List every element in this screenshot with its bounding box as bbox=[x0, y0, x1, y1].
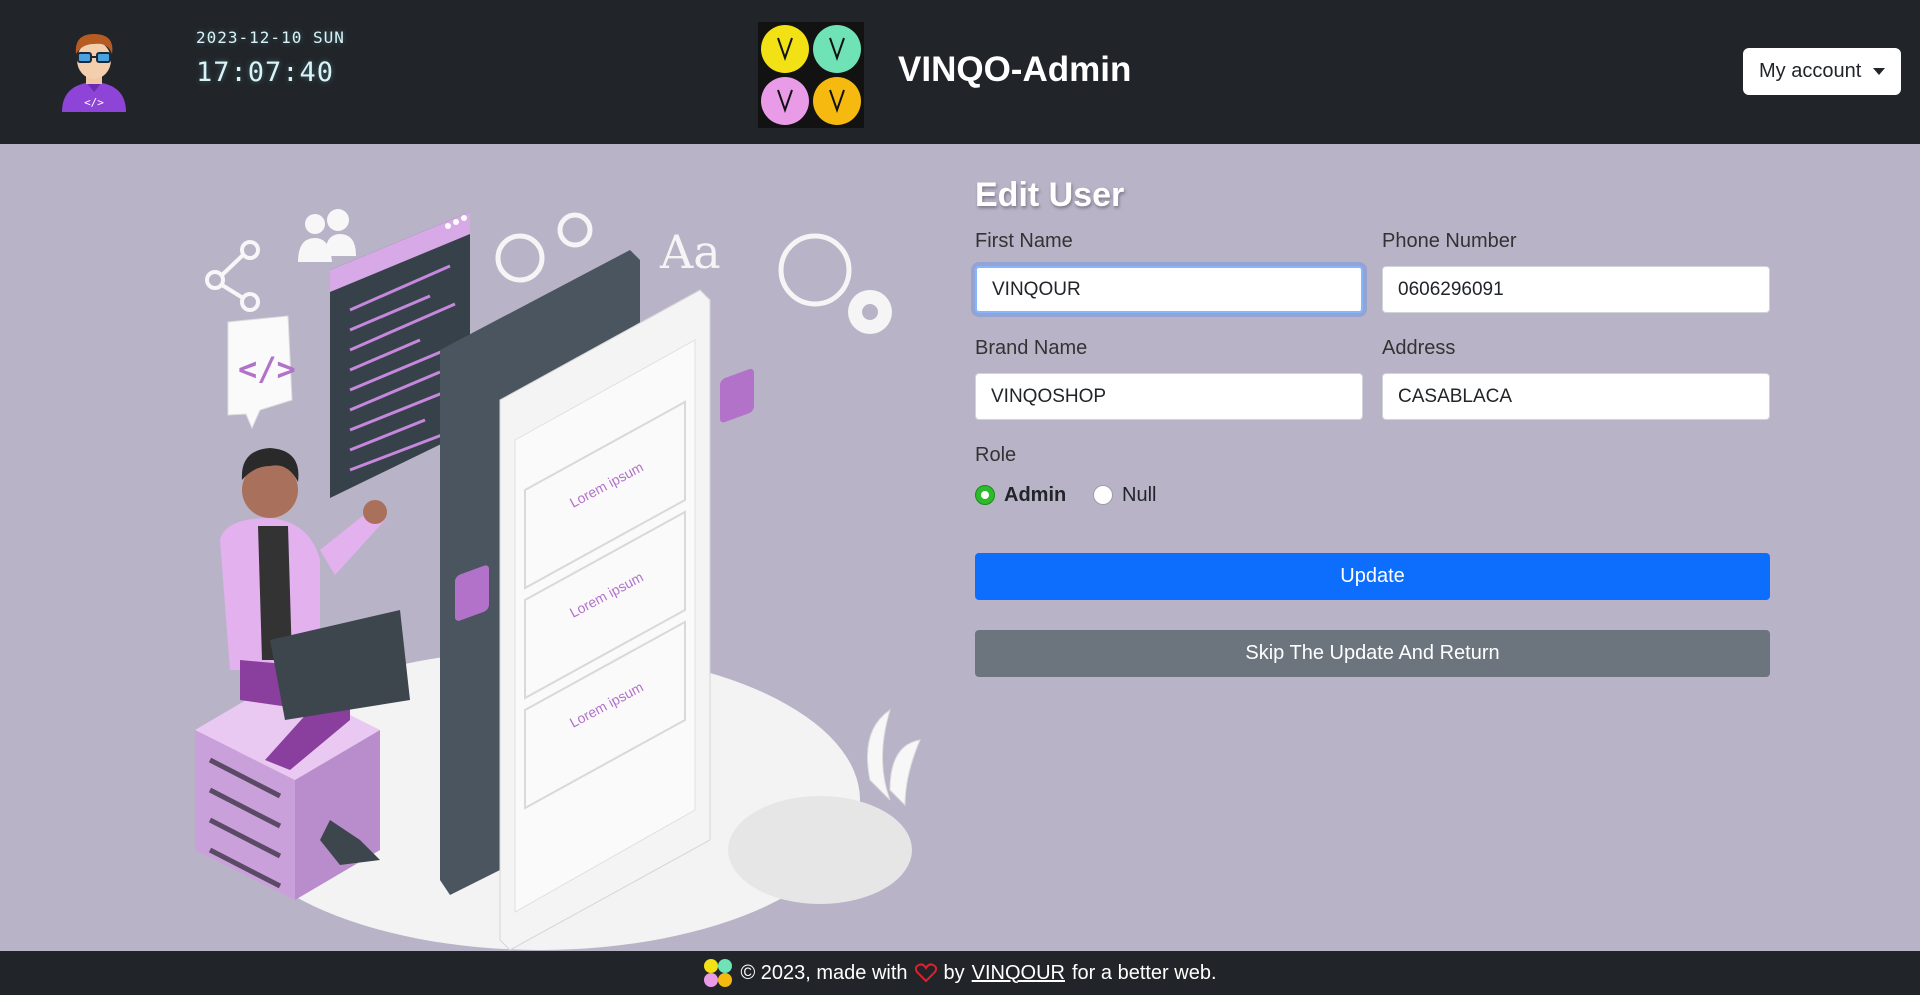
skip-update-button[interactable]: Skip The Update And Return bbox=[975, 630, 1770, 677]
my-account-label: My account bbox=[1759, 60, 1862, 82]
my-account-dropdown[interactable]: My account bbox=[1743, 48, 1901, 95]
author-link[interactable]: VINQOUR bbox=[972, 962, 1065, 985]
brand-title: VINQO-Admin bbox=[898, 50, 1132, 89]
code-tag-text: </> bbox=[238, 350, 296, 388]
brand-name-label: Brand Name bbox=[975, 337, 1088, 359]
clock-time: 17:07:40 bbox=[196, 57, 335, 88]
update-button[interactable]: Update bbox=[975, 553, 1770, 600]
top-navbar: </> 2023-12-10 SUN 17:07:40 VINQO-Admin … bbox=[0, 0, 1920, 144]
role-null-label[interactable]: Null bbox=[1122, 484, 1156, 507]
role-null-radio[interactable] bbox=[1093, 485, 1113, 505]
brand-mini-logo-icon bbox=[704, 959, 733, 987]
phone-number-label: Phone Number bbox=[1382, 230, 1517, 252]
developer-avatar-icon: </> bbox=[62, 34, 126, 112]
footer-suffix: for a better web. bbox=[1072, 961, 1217, 984]
heart-icon bbox=[914, 963, 937, 983]
svg-text:</>: </> bbox=[84, 96, 104, 109]
role-admin-label[interactable]: Admin bbox=[1004, 484, 1066, 507]
footer-copyright: © 2023, made with bbox=[740, 961, 908, 984]
clock-widget: 2023-12-10 SUN 17:07:40 bbox=[196, 28, 345, 88]
role-admin-radio[interactable] bbox=[975, 485, 995, 505]
caret-down-icon bbox=[1873, 68, 1885, 75]
footer: © 2023, made with by VINQOUR for a bette… bbox=[0, 951, 1920, 995]
brand-logo bbox=[758, 22, 864, 128]
edit-user-title: Edit User bbox=[975, 176, 1125, 214]
first-name-input[interactable] bbox=[975, 266, 1363, 313]
first-name-label: First Name bbox=[975, 230, 1073, 252]
aa-text: Aa bbox=[659, 225, 721, 279]
address-input[interactable] bbox=[1382, 373, 1770, 420]
address-label: Address bbox=[1382, 337, 1456, 359]
brand-name-input[interactable] bbox=[975, 373, 1363, 420]
clock-date: 2023-12-10 SUN bbox=[196, 28, 345, 47]
phone-number-input[interactable] bbox=[1382, 266, 1770, 313]
developer-illustration: </> Aa Lorem ipsum Lorem ipsum Lorem ips… bbox=[195, 209, 921, 951]
role-label: Role bbox=[975, 444, 1017, 466]
footer-by: by bbox=[943, 961, 965, 984]
